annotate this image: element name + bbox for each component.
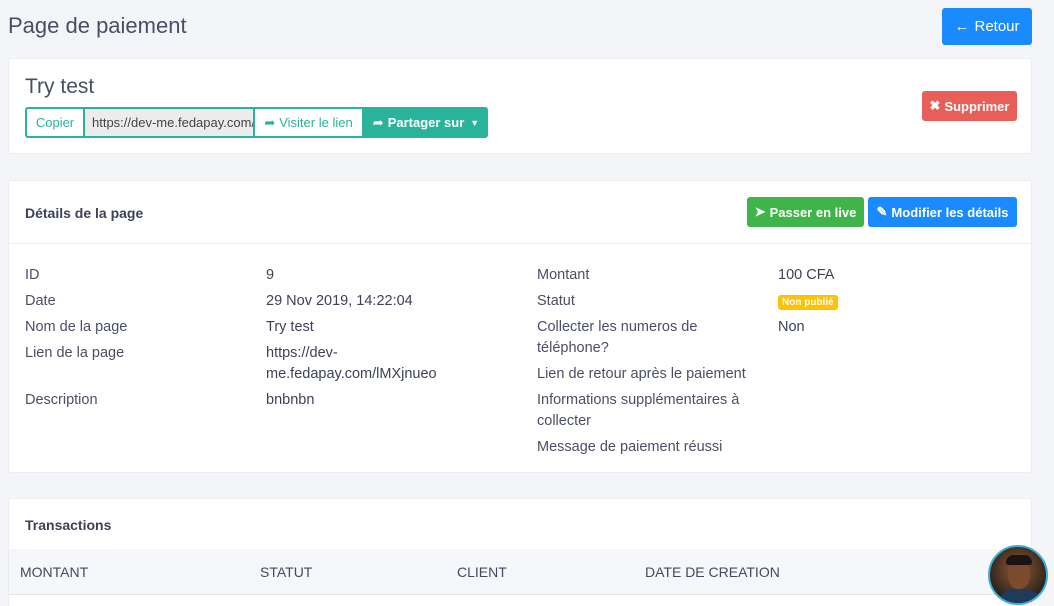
edit-details-button[interactable]: ✎ Modifier les détails — [868, 197, 1017, 227]
page-link-field[interactable]: https://dev-me.fedapay.com/lMXjnueo — [83, 107, 255, 138]
detail-label-status: Statut — [537, 293, 575, 309]
visit-link-label: Visiter le lien — [279, 115, 353, 130]
label-line: collecter — [537, 413, 591, 429]
edit-details-label: Modifier les détails — [891, 204, 1009, 220]
detail-label-page-name: Nom de la page — [25, 319, 128, 335]
copy-link-button[interactable]: Copier — [25, 107, 83, 138]
page-link-line: me.fedapay.com/lMXjnueo — [266, 366, 437, 382]
avatar-face — [1008, 561, 1030, 589]
detail-label-amount: Montant — [537, 267, 590, 283]
transactions-table-header: MONTANT STATUT CLIENT DATE DE CREATION — [9, 549, 1031, 595]
label-line: téléphone? — [537, 340, 609, 356]
transactions-card: Transactions MONTANT STATUT CLIENT DATE … — [8, 498, 1032, 606]
detail-label-date: Date — [25, 293, 56, 309]
detail-value-id: 9 — [266, 267, 275, 283]
column-header-amount[interactable]: MONTANT — [20, 564, 88, 580]
share-label: Partager sur — [387, 115, 465, 130]
detail-label-page-link: Lien de la page — [25, 345, 125, 361]
detail-value-description: bnbnbn — [266, 392, 315, 408]
page-summary-card: Try test Copier https://dev-me.fedapay.c… — [8, 58, 1032, 154]
avatar[interactable] — [988, 545, 1048, 605]
detail-value-status: Non publié — [778, 291, 838, 312]
detail-value-date: 29 Nov 2019, 14:22:04 — [266, 293, 413, 309]
delete-label: Supprimer — [944, 98, 1010, 114]
link-input-group: Copier https://dev-me.fedapay.com/lMXjnu… — [25, 107, 488, 138]
delete-button[interactable]: ✖ Supprimer — [922, 91, 1017, 121]
avatar-hair — [1006, 555, 1032, 565]
label-line: Collecter les numeros de — [537, 319, 698, 335]
share-dropdown-button[interactable]: ➦ Partager sur ▼ — [364, 107, 488, 138]
go-live-button[interactable]: ➤ Passer en live — [747, 197, 864, 227]
caret-down-icon: ▼ — [470, 117, 480, 128]
back-button-label: Retour — [974, 18, 1020, 35]
column-header-created-date[interactable]: DATE DE CREATION — [645, 564, 780, 580]
detail-label-return-link: Lien de retour après le paiement — [537, 366, 746, 382]
detail-value-page-name: Try test — [266, 319, 314, 335]
page-details-card: Détails de la page ➤ Passer en live ✎ Mo… — [8, 180, 1032, 473]
status-badge: Non publié — [778, 295, 838, 310]
pencil-icon: ✎ — [876, 204, 888, 219]
detail-value-collect-phone: Non — [778, 319, 805, 335]
detail-value-page-link: https://dev- me.fedapay.com/lMXjnueo — [266, 343, 437, 385]
arrow-left-icon: ← — [954, 18, 970, 35]
avatar-shirt — [996, 589, 1044, 603]
page-title: Page de paiement — [8, 13, 187, 38]
column-header-status[interactable]: STATUT — [260, 564, 312, 580]
page-link-line: https://dev- — [266, 345, 338, 361]
paper-plane-icon: ➤ — [754, 204, 766, 219]
detail-label-collect-phone: Collecter les numeros de téléphone? — [537, 317, 697, 359]
back-button[interactable]: ← Retour — [942, 8, 1032, 45]
label-line: Informations supplémentaires à — [537, 392, 740, 408]
detail-label-id: ID — [25, 267, 40, 283]
share-arrow-icon: ➦ — [372, 114, 384, 130]
column-header-client[interactable]: CLIENT — [457, 564, 507, 580]
detail-label-description: Description — [25, 392, 98, 408]
close-icon: ✖ — [929, 98, 941, 113]
details-header: Détails de la page ➤ Passer en live ✎ Mo… — [9, 181, 1031, 244]
transactions-heading: Transactions — [25, 517, 112, 533]
detail-value-amount: 100 CFA — [778, 267, 835, 283]
details-heading: Détails de la page — [25, 205, 144, 221]
visit-link-button[interactable]: ➦ Visiter le lien — [255, 107, 364, 138]
share-arrow-icon: ➦ — [264, 114, 276, 130]
detail-label-success-message: Message de paiement réussi — [537, 439, 723, 455]
go-live-label: Passer en live — [769, 204, 857, 220]
payment-page-name: Try test — [25, 75, 95, 98]
detail-label-extra-info: Informations supplémentaires à collecter — [537, 390, 739, 432]
